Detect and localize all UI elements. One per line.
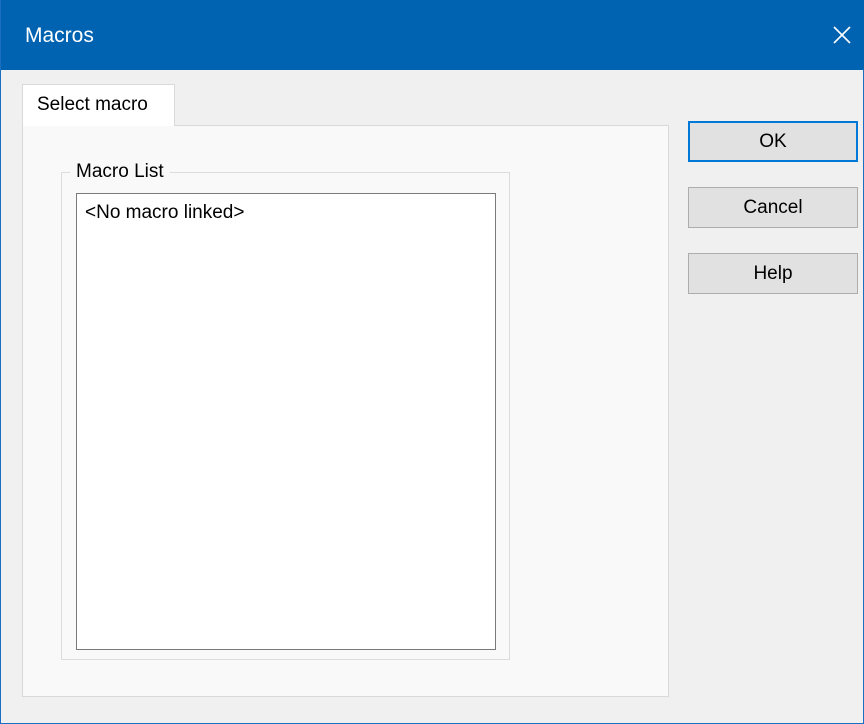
ok-button[interactable]: OK: [688, 121, 858, 162]
tab-select-macro[interactable]: Select macro: [22, 84, 175, 126]
tab-label: Select macro: [37, 94, 148, 115]
title-bar: Macros: [1, 0, 864, 70]
macros-dialog: Macros Select macro Macro List <No macro…: [0, 0, 864, 724]
cancel-button[interactable]: Cancel: [688, 187, 858, 228]
help-button[interactable]: Help: [688, 253, 858, 294]
macro-list-label: Macro List: [70, 161, 170, 183]
close-button[interactable]: [819, 0, 864, 70]
macro-listbox[interactable]: <No macro linked>: [76, 193, 496, 650]
dialog-title: Macros: [25, 24, 94, 47]
close-icon: [833, 26, 851, 44]
list-item[interactable]: <No macro linked>: [85, 202, 244, 224]
